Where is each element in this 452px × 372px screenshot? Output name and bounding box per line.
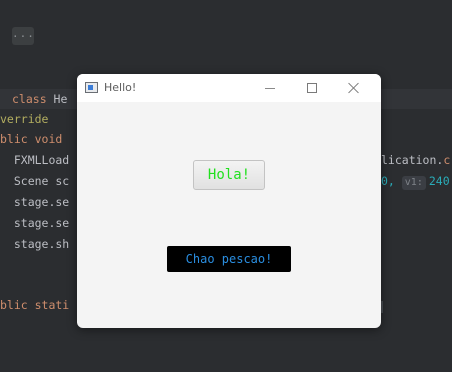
code-text-c: c <box>443 153 451 167</box>
chao-pescao-label: Chao pescao! <box>167 246 291 272</box>
app-icon-accent <box>88 85 93 90</box>
window-title: Hello! <box>104 81 137 94</box>
code-line-main-method[interactable]: blic stati <box>0 295 69 315</box>
close-icon <box>348 82 360 94</box>
annotation-override: verride <box>0 112 49 126</box>
number-literal-1: 0, <box>381 174 402 188</box>
keyword-class: class <box>12 92 54 106</box>
hello-window[interactable]: Hello! Hola! Chao pescao! <box>77 74 381 328</box>
maximize-button[interactable] <box>291 74 333 102</box>
keyword-public-static: blic stati <box>0 298 70 312</box>
code-line-stage-setscene[interactable]: stage.se <box>0 213 69 233</box>
class-name-fragment: He <box>53 92 68 106</box>
code-fragment-right-1[interactable]: lication.c <box>381 150 450 170</box>
java-app-icon <box>85 82 98 93</box>
code-fragment-right-2[interactable]: 0, v1: 240 <box>381 171 450 191</box>
number-literal-2: 240 <box>428 174 450 188</box>
close-button[interactable] <box>333 74 375 102</box>
keyword-public-void: blic void <box>0 132 63 146</box>
minimize-button[interactable] <box>249 74 291 102</box>
code-text-lication: lication. <box>381 153 444 167</box>
hola-button[interactable]: Hola! <box>193 160 265 190</box>
code-line-class[interactable]: class He <box>12 89 67 109</box>
code-line-scene[interactable]: Scene sc <box>0 171 69 191</box>
inlay-parameter-hint: v1: <box>401 176 426 190</box>
folded-code-chip[interactable]: ... <box>12 27 34 45</box>
maximize-icon <box>307 83 317 93</box>
code-line-method-start[interactable]: blic void <box>0 129 62 149</box>
minimize-icon <box>265 87 275 89</box>
code-line-stage-settitle[interactable]: stage.se <box>0 192 69 212</box>
code-line-fxmlloader[interactable]: FXMLLoad <box>0 150 69 170</box>
code-line-override[interactable]: verride <box>0 109 48 129</box>
window-titlebar[interactable]: Hello! <box>77 74 381 102</box>
code-line-stage-show[interactable]: stage.sh <box>0 234 69 254</box>
